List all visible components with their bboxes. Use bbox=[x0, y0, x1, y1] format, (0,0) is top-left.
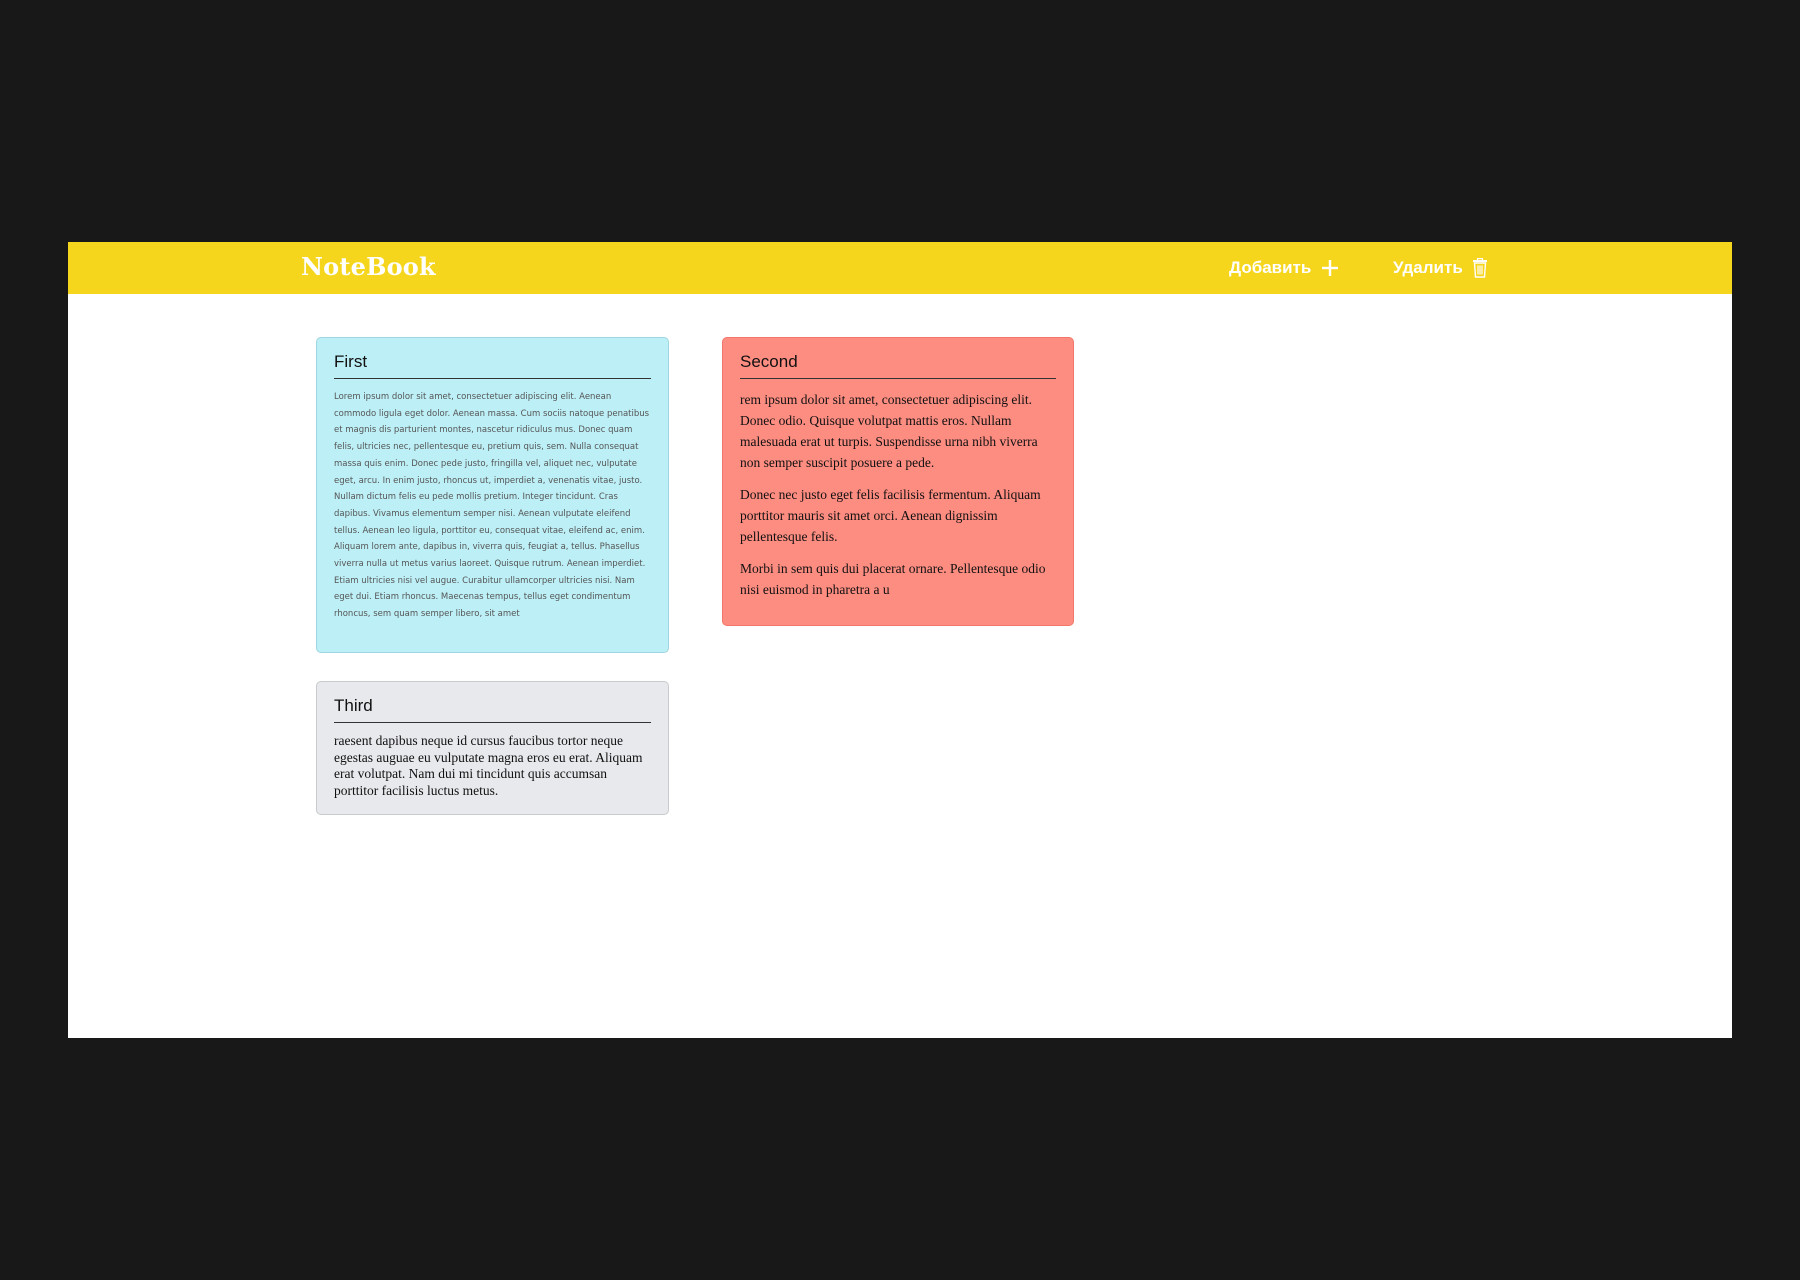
note-card-first[interactable]: First Lorem ipsum dolor sit amet, consec… bbox=[316, 337, 669, 653]
note-title: Second bbox=[740, 352, 1056, 379]
note-card-second[interactable]: Second rem ipsum dolor sit amet, consect… bbox=[722, 337, 1074, 626]
add-note-button[interactable]: Добавить bbox=[1229, 242, 1340, 294]
top-bar: NoteBook Добавить Удалить bbox=[68, 242, 1732, 294]
notebook-app: NoteBook Добавить Удалить First Lorem ip… bbox=[68, 242, 1732, 1038]
note-body: raesent dapibus neque id cursus faucibus… bbox=[334, 733, 643, 799]
note-title: Third bbox=[334, 696, 651, 723]
note-paragraph: Donec nec justo eget felis facilisis fer… bbox=[740, 487, 1041, 544]
note-title: First bbox=[334, 352, 651, 379]
delete-note-label: Удалить bbox=[1393, 258, 1463, 277]
note-paragraph: Morbi in sem quis dui placerat ornare. P… bbox=[740, 561, 1046, 597]
app-logo[interactable]: NoteBook bbox=[301, 252, 436, 281]
note-body: Lorem ipsum dolor sit amet, consectetuer… bbox=[334, 392, 650, 620]
note-paragraph: rem ipsum dolor sit amet, consectetuer a… bbox=[740, 392, 1038, 470]
add-note-label: Добавить bbox=[1229, 258, 1312, 277]
note-body: rem ipsum dolor sit amet, consectetuer a… bbox=[740, 389, 1056, 600]
note-card-third[interactable]: Third raesent dapibus neque id cursus fa… bbox=[316, 681, 669, 815]
delete-note-button[interactable]: Удалить bbox=[1393, 242, 1488, 294]
plus-icon bbox=[1320, 258, 1340, 278]
trash-icon bbox=[1472, 258, 1488, 278]
